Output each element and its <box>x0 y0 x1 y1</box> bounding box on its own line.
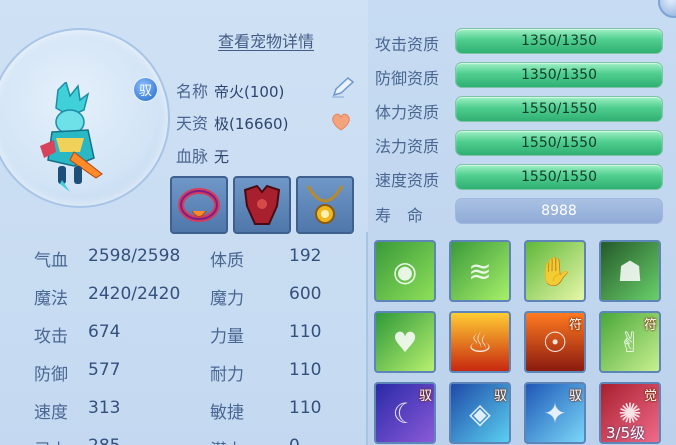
attribute-label: 耐力 <box>210 365 244 385</box>
attribute-row: 敏捷 110 <box>210 398 321 423</box>
stat-value: 674 <box>88 322 121 342</box>
heart-shield-skill-icon: ♥ <box>392 325 418 359</box>
stat-row: 气血 2598/2598 <box>34 246 180 271</box>
pet-talent-row: 天资 极(16660) <box>176 110 288 134</box>
lifespan-label: 寿 命 <box>375 206 424 225</box>
skill-slot[interactable]: ♨ <box>449 311 511 373</box>
attribute-value: 110 <box>289 398 322 418</box>
stat-value: 313 <box>88 398 121 418</box>
pet-bloodline-value: 无 <box>214 148 230 166</box>
pet-bloodline-label: 血脉 <box>176 147 209 166</box>
pet-portrait <box>40 82 103 192</box>
equip-slot-armor[interactable] <box>233 176 291 234</box>
skill-slot[interactable]: ≋ <box>449 240 511 302</box>
attribute-row: 耐力 110 <box>210 360 321 385</box>
attribute-row: 潜力 0 <box>210 436 300 445</box>
attribute-row: 体质 192 <box>210 246 321 271</box>
shadow-cat-skill-icon: ☗ <box>617 254 643 288</box>
mount-badge: 驭 <box>133 77 158 102</box>
skill-slot[interactable]: ◈ 驭 <box>449 382 511 444</box>
stat-label: 防御 <box>34 365 68 385</box>
attribute-label: 体质 <box>210 251 244 271</box>
attribute-value: 110 <box>289 322 322 342</box>
skill-tag: 驭 <box>418 389 432 404</box>
attribute-label: 力量 <box>210 327 244 347</box>
attribute-row: 魔力 600 <box>210 284 321 309</box>
stat-label: 魔法 <box>34 289 68 309</box>
collar-equipment-icon <box>178 188 220 222</box>
skill-slot[interactable]: ♥ <box>374 311 436 373</box>
pet-bloodline-row: 血脉无 <box>176 143 229 167</box>
ghost-wind-skill-icon: ≋ <box>468 254 492 288</box>
aptitude-bar: 1550/1550 <box>455 96 663 122</box>
skill-slot[interactable]: ☗ <box>599 240 661 302</box>
attribute-value: 110 <box>289 360 322 380</box>
stat-value: 2420/2420 <box>88 284 181 304</box>
aptitude-bar: 1350/1350 <box>455 28 663 54</box>
armor-equipment-icon <box>243 184 281 225</box>
aptitude-bar: 1350/1350 <box>455 62 663 88</box>
attribute-value: 192 <box>289 246 322 266</box>
stat-row: 防御 577 <box>34 360 120 385</box>
stat-value: 285 <box>88 436 120 445</box>
stat-row: 魔法 2420/2420 <box>34 284 180 309</box>
attribute-label: 魔力 <box>210 289 244 309</box>
skill-tag: 驭 <box>568 389 582 404</box>
aptitude-label: 体力资质 <box>375 103 440 122</box>
skill-tag: 符 <box>568 318 582 333</box>
attribute-label: 敏捷 <box>210 403 244 423</box>
stat-value: 577 <box>88 360 121 380</box>
skill-slot[interactable]: ✌ 符 <box>599 311 661 373</box>
amulet-equipment-icon <box>306 185 344 224</box>
panel-divider <box>366 232 368 445</box>
aptitude-bar: 1550/1550 <box>455 130 663 156</box>
skill-slot[interactable]: ◉ <box>374 240 436 302</box>
attribute-value: 0 <box>289 436 300 445</box>
aptitude-label: 法力资质 <box>375 137 440 156</box>
stat-label: 气血 <box>34 251 68 271</box>
equip-slot-amulet[interactable] <box>296 176 354 234</box>
skill-tag: 符 <box>643 318 657 333</box>
skill-slot[interactable]: ☉ 符 <box>524 311 586 373</box>
lifespan-bar: 8988 <box>455 198 663 224</box>
aptitude-label: 速度资质 <box>375 171 440 190</box>
awaken-level-text: 3/5级 <box>606 424 646 442</box>
aptitude-bar: 1550/1550 <box>455 164 663 190</box>
pencil-icon[interactable] <box>330 76 356 98</box>
pet-name-value: 帝火(100) <box>214 83 285 101</box>
stat-row: 攻击 674 <box>34 322 120 347</box>
skill-tag: 觉 <box>643 389 657 404</box>
attribute-value: 600 <box>289 284 322 304</box>
stat-label: 灵力 <box>34 441 68 445</box>
attribute-label: 潜力 <box>210 441 244 445</box>
praying-hand-skill-icon: ✋ <box>537 254 573 288</box>
flame-skill-icon: ♨ <box>467 325 493 359</box>
view-pet-details-link[interactable]: 查看宠物详情 <box>218 28 330 52</box>
stat-row: 灵力 285 <box>34 436 120 445</box>
pet-name-row: 名称 帝火(100) <box>176 78 284 102</box>
attribute-row: 力量 110 <box>210 322 321 347</box>
skill-slot[interactable]: ✦ 驭 <box>524 382 586 444</box>
aptitude-label: 攻击资质 <box>375 35 440 54</box>
stat-value: 2598/2598 <box>88 246 181 266</box>
pet-talent-label: 天资 <box>176 114 209 133</box>
equip-slot-collar[interactable] <box>170 176 228 234</box>
skill-slot[interactable]: ✋ <box>524 240 586 302</box>
pet-name-label: 名称 <box>176 82 209 101</box>
ghost-spirit-skill-icon: ◉ <box>392 254 418 288</box>
pet-talent-value: 极(16660) <box>214 115 289 133</box>
aptitude-label: 防御资质 <box>375 69 440 88</box>
stat-label: 速度 <box>34 403 68 423</box>
stat-row: 速度 313 <box>34 398 120 423</box>
heart-icon[interactable] <box>330 112 352 132</box>
skill-tag: 驭 <box>493 389 507 404</box>
skill-slot[interactable]: ☾ 驭 <box>374 382 436 444</box>
stat-label: 攻击 <box>34 327 68 347</box>
